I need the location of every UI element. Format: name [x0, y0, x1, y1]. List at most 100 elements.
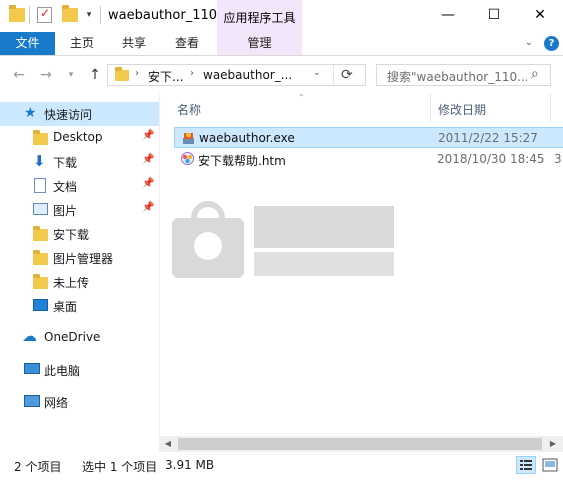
column-header-row: ⌃ 名称 修改日期: [160, 94, 563, 122]
folder-icon: [9, 5, 25, 22]
pin-icon[interactable]: 📌: [142, 202, 154, 213]
navigation-bar: ← → ▾ ↑ › 安下... › waebauthor_... ⌄ ⟳ 搜索"…: [0, 56, 563, 94]
window-title: waebauthor_110...: [108, 8, 230, 23]
file-date: 2011/2/22 15:27: [438, 131, 538, 145]
network-icon: [24, 395, 40, 407]
table-row[interactable]: 安下载帮助.htm 2018/10/30 18:45 3: [174, 149, 563, 170]
toolbar-divider: [29, 6, 30, 24]
details-view-icon[interactable]: [516, 456, 536, 474]
file-overflow-text: 3: [554, 152, 562, 166]
refresh-button[interactable]: ⟳: [341, 67, 353, 83]
computer-icon: [24, 363, 40, 374]
navigation-pane: ★ 快速访问 Desktop 📌 ⬇ 下载 📌 文档 📌 图片 📌 安下载 图片…: [0, 94, 159, 452]
watermark-logo: [172, 196, 402, 282]
sidebar-item-label: 快速访问: [44, 108, 93, 122]
folder-icon: [115, 67, 129, 81]
chevron-down-icon[interactable]: ⌄: [313, 68, 321, 78]
chevron-down-icon[interactable]: ⌄: [522, 36, 536, 50]
sidebar-item-downloads[interactable]: ⬇ 下载 📌: [0, 150, 159, 174]
column-header-name[interactable]: 名称: [177, 101, 201, 118]
item-count: 2 个项目: [14, 460, 62, 474]
new-folder-icon[interactable]: [62, 5, 78, 22]
table-row[interactable]: waebauthor.exe 2011/2/22 15:27: [174, 127, 563, 148]
address-bar[interactable]: › 安下... › waebauthor_... ⌄ ⟳: [107, 64, 366, 86]
forward-button[interactable]: →: [37, 66, 55, 84]
scroll-left-arrow[interactable]: ◀: [160, 436, 176, 452]
column-divider[interactable]: [550, 94, 551, 122]
properties-icon[interactable]: [37, 6, 52, 23]
pictures-icon: [33, 203, 48, 215]
sidebar-item-this-pc[interactable]: 此电脑: [0, 358, 159, 382]
sidebar-item-label: Desktop: [53, 130, 103, 144]
sort-arrow-icon: ⌃: [298, 94, 305, 102]
breadcrumb-separator[interactable]: ›: [135, 68, 139, 79]
large-icons-view-icon[interactable]: [540, 456, 560, 474]
pin-icon[interactable]: 📌: [142, 154, 154, 165]
sidebar-item-picture-manager[interactable]: 图片管理器: [0, 246, 159, 270]
scrollbar-thumb[interactable]: [178, 438, 542, 450]
horizontal-scrollbar[interactable]: ◀ ▶: [160, 436, 563, 452]
search-icon[interactable]: ⌕: [531, 66, 539, 82]
status-bar: 2 个项目 选中 1 个项目 3.91 MB: [0, 452, 563, 480]
tab-home[interactable]: 主页: [58, 32, 106, 55]
sidebar-item-label: 未上传: [53, 276, 90, 290]
sidebar-item-not-uploaded[interactable]: 未上传: [0, 270, 159, 294]
tab-share[interactable]: 共享: [110, 32, 158, 55]
html-file-icon: [180, 151, 195, 166]
sidebar-item-onedrive[interactable]: ☁ OneDrive: [0, 326, 159, 350]
tab-manage[interactable]: 管理: [217, 32, 302, 55]
folder-icon: [33, 274, 48, 289]
pin-icon[interactable]: 📌: [142, 130, 154, 141]
sidebar-item-label: 图片管理器: [53, 252, 114, 266]
search-input[interactable]: 搜索"waebauthor_110... ⌕: [376, 64, 551, 86]
divider: [333, 65, 334, 85]
search-placeholder: 搜索"waebauthor_110...: [387, 70, 527, 84]
sidebar-item-network[interactable]: 网络: [0, 390, 159, 414]
folder-icon: [33, 226, 48, 241]
recent-locations-button[interactable]: ▾: [62, 66, 80, 84]
column-divider[interactable]: [430, 94, 431, 122]
sidebar-item-label: 图片: [53, 204, 78, 218]
minimize-button[interactable]: —: [425, 0, 471, 30]
sidebar-item-pictures[interactable]: 图片 📌: [0, 198, 159, 222]
maximize-button[interactable]: ☐: [471, 0, 517, 30]
sidebar-item-anxz[interactable]: 安下载: [0, 222, 159, 246]
breadcrumb-item[interactable]: 安下...: [148, 68, 183, 85]
help-icon[interactable]: ?: [544, 36, 559, 51]
folder-icon: [33, 250, 48, 265]
breadcrumb-separator[interactable]: ›: [190, 68, 194, 79]
star-icon: ★: [24, 105, 37, 121]
ribbon-tabs: 文件 主页 共享 查看 管理 ⌄ ?: [0, 32, 563, 56]
sidebar-item-label: 文档: [53, 180, 78, 194]
tab-file[interactable]: 文件: [0, 32, 55, 55]
file-name: waebauthor.exe: [199, 131, 295, 145]
document-icon: [34, 178, 46, 193]
sidebar-item-documents[interactable]: 文档 📌: [0, 174, 159, 198]
up-button[interactable]: ↑: [86, 66, 104, 84]
scroll-right-arrow[interactable]: ▶: [545, 436, 561, 452]
file-date: 2018/10/30 18:45: [437, 152, 545, 166]
sidebar-item-label: OneDrive: [44, 330, 101, 344]
selection-count: 选中 1 个项目: [82, 460, 158, 474]
sidebar-item-label: 桌面: [53, 300, 78, 314]
tab-view[interactable]: 查看: [163, 32, 211, 55]
sidebar-item-desktop[interactable]: Desktop 📌: [0, 126, 159, 150]
folder-icon: [33, 130, 48, 145]
desktop-icon: [33, 299, 48, 311]
back-button[interactable]: ←: [10, 66, 28, 84]
breadcrumb-item[interactable]: waebauthor_...: [203, 68, 292, 82]
sidebar-item-label: 此电脑: [44, 364, 81, 378]
title-bar: ▾ waebauthor_110... 应用程序工具 — ☐ ✕: [0, 0, 563, 32]
selection-size: 3.91 MB: [165, 458, 215, 472]
file-name: 安下载帮助.htm: [198, 154, 286, 168]
close-button[interactable]: ✕: [517, 0, 563, 30]
sidebar-item-quick-access[interactable]: ★ 快速访问: [0, 102, 159, 126]
toolbar-divider: [100, 6, 101, 24]
sidebar-item-desktop-cn[interactable]: 桌面: [0, 294, 159, 318]
sidebar-item-label: 网络: [44, 396, 69, 410]
column-header-date[interactable]: 修改日期: [438, 101, 486, 118]
context-tab-header: 应用程序工具: [217, 0, 302, 32]
pin-icon[interactable]: 📌: [142, 178, 154, 189]
download-icon: ⬇: [33, 152, 46, 170]
chevron-down-icon[interactable]: ▾: [84, 8, 94, 22]
